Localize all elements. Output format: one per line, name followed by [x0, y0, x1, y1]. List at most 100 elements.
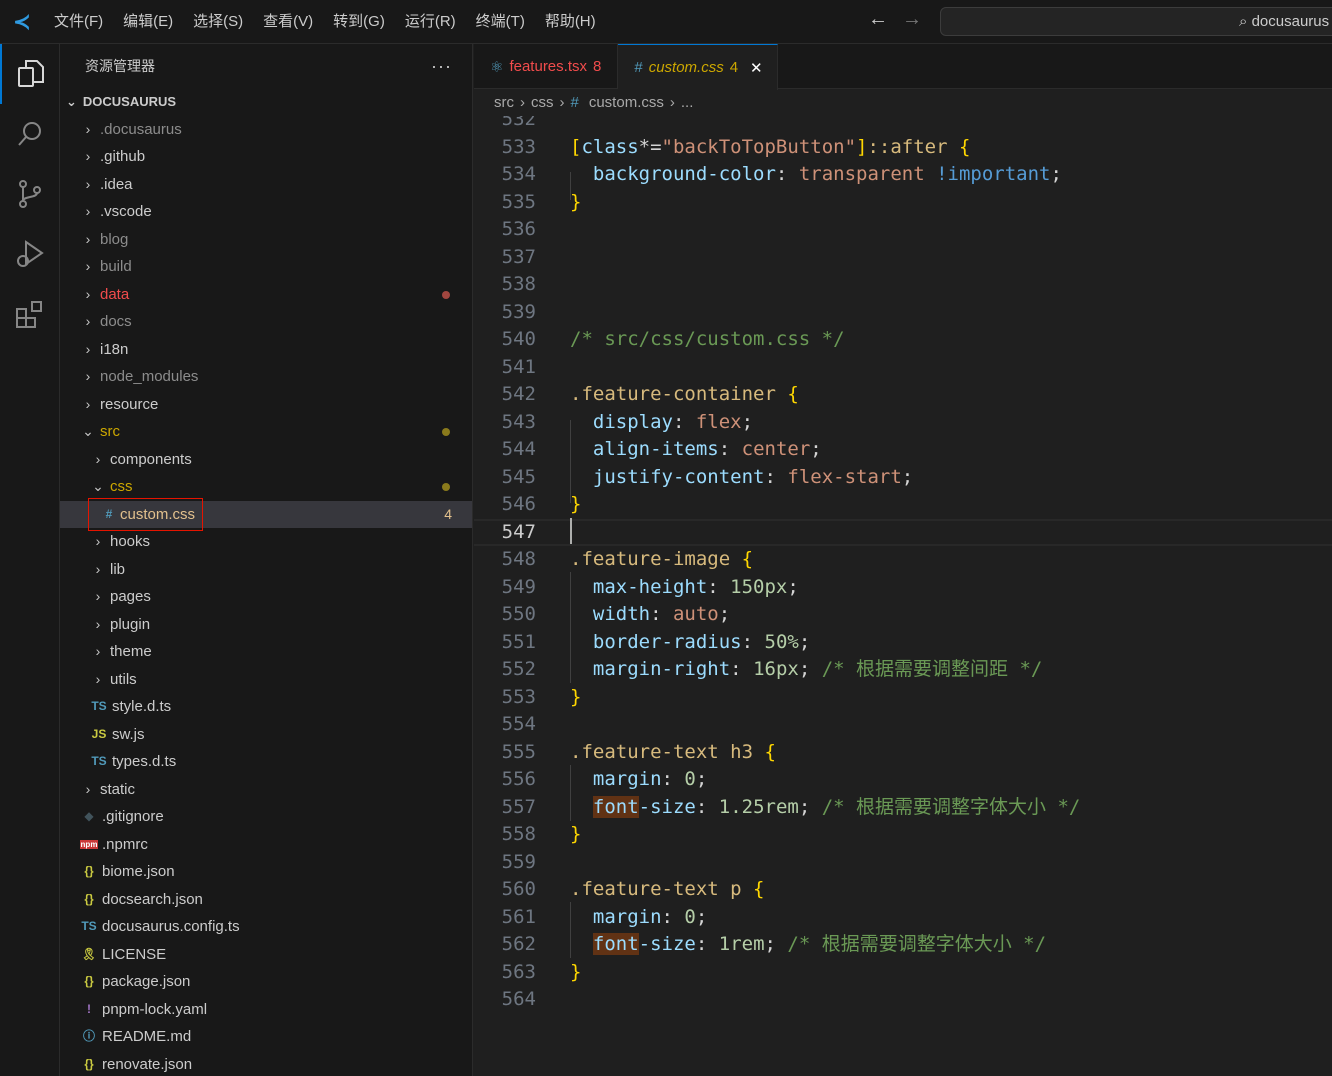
- menu-item[interactable]: 编辑(E): [113, 0, 183, 44]
- code-editor[interactable]: 532 533 [class*="backToTopButton"]::after…: [474, 116, 1332, 1076]
- problem-count-badge: 4: [444, 505, 452, 522]
- close-icon[interactable]: ✕: [750, 59, 763, 77]
- menu-item[interactable]: 终端(T): [466, 0, 535, 44]
- line-number: 548: [501, 548, 536, 570]
- explorer-icon[interactable]: [0, 44, 60, 104]
- chevron-right-icon: ›: [669, 94, 675, 111]
- tree-item[interactable]: TS types.d.ts: [60, 748, 472, 776]
- chevron-right-icon: ›: [85, 313, 91, 329]
- tree-item[interactable]: › components: [60, 446, 472, 474]
- tree-item[interactable]: › .idea: [60, 171, 472, 199]
- tree-item[interactable]: › node_modules: [60, 363, 472, 391]
- menu-item[interactable]: 运行(R): [395, 0, 466, 44]
- menu-item[interactable]: 选择(S): [183, 0, 253, 44]
- code-line: 561 margin: 0;: [474, 904, 1332, 932]
- extensions-icon[interactable]: [0, 284, 60, 344]
- chevron-right-icon: ›: [95, 560, 101, 577]
- menu-item[interactable]: 查看(V): [253, 0, 323, 44]
- code-line: 548 .feature-image {: [474, 546, 1332, 574]
- tree-item[interactable]: › .docusaurus: [60, 116, 472, 144]
- breadcrumb-item[interactable]: css: [531, 90, 554, 116]
- line-code: .feature-text p {: [570, 876, 764, 904]
- tree-item-label: resource: [100, 395, 159, 413]
- code-line: 545 justify-content: flex-start;: [474, 464, 1332, 492]
- command-center-search[interactable]: ⌕ docusaurus: [940, 7, 1332, 36]
- menu-item[interactable]: 帮助(H): [535, 0, 606, 44]
- tree-item[interactable]: › plugin: [60, 611, 472, 639]
- tree-item[interactable]: {} renovate.json: [60, 1051, 472, 1076]
- back-arrow-icon[interactable]: ←: [868, 8, 888, 31]
- tree-item[interactable]: {} biome.json: [60, 858, 472, 886]
- code-line: 559: [474, 849, 1332, 877]
- tree-item[interactable]: › resource: [60, 391, 472, 419]
- tree-item[interactable]: ⓘ README.md: [60, 1023, 472, 1051]
- tab-label: features.tsx: [509, 58, 587, 75]
- problem-count: 4: [729, 59, 739, 76]
- file-type-icon: 🎗: [81, 946, 97, 961]
- tree-item[interactable]: › build: [60, 253, 472, 281]
- tree-item[interactable]: ! pnpm-lock.yaml: [60, 996, 472, 1024]
- tree-item[interactable]: ⌄ css: [60, 473, 472, 501]
- line-code: }: [570, 491, 581, 519]
- tree-item[interactable]: › utils: [60, 666, 472, 694]
- breadcrumb-item[interactable]: custom.css: [589, 90, 664, 116]
- line-number: 545: [501, 465, 536, 488]
- line-code: margin-right: 16px; /* 根据需要调整间距 */: [570, 656, 1042, 684]
- tree-item-label: docs: [100, 313, 132, 330]
- file-type-icon: ⚛: [490, 58, 504, 76]
- tree-item[interactable]: TS docusaurus.config.ts: [60, 913, 472, 941]
- tab-features-tsx[interactable]: ⚛ features.tsx 8: [474, 44, 619, 89]
- tree-item[interactable]: › lib: [60, 556, 472, 584]
- tree-item-label: package.json: [102, 973, 191, 990]
- tree-item[interactable]: npm .npmrc: [60, 831, 472, 859]
- tree-item[interactable]: # custom.css 4: [60, 497, 472, 531]
- workspace-root[interactable]: ⌄ DOCUSAURUS: [60, 88, 472, 116]
- line-code: max-height: 150px;: [570, 574, 799, 602]
- tab-custom-css[interactable]: # custom.css 4 ✕: [618, 44, 778, 90]
- chevron-right-icon: ›: [559, 94, 565, 111]
- line-number: 538: [501, 273, 536, 295]
- source-control-icon[interactable]: [0, 164, 60, 224]
- tree-item[interactable]: {} docsearch.json: [60, 886, 472, 914]
- tree-item[interactable]: › theme: [60, 638, 472, 666]
- line-code: border-radius: 50%;: [570, 629, 810, 657]
- search-icon[interactable]: [0, 104, 60, 164]
- code-line: 533 [class*="backToTopButton"]::after {: [474, 134, 1332, 162]
- code-token: :: [661, 768, 685, 790]
- line-code: background-color: transparent !important…: [570, 161, 1062, 189]
- code-token: /* 根据需要调整字体大小 */: [821, 795, 1081, 818]
- tree-item[interactable]: › i18n: [60, 336, 472, 364]
- tree-item[interactable]: › docs: [60, 308, 472, 336]
- tree-item[interactable]: › blog: [60, 226, 472, 254]
- tree-item[interactable]: {} package.json: [60, 968, 472, 996]
- tree-item[interactable]: ◆ .gitignore: [60, 803, 472, 831]
- tree-item[interactable]: › hooks: [60, 528, 472, 556]
- tree-item-label: lib: [110, 560, 126, 578]
- code-token: /* 根据需要调整字体大小 */: [787, 933, 1047, 955]
- code-token: :: [672, 410, 696, 433]
- tree-item[interactable]: TS style.d.ts: [60, 693, 472, 721]
- tree-item[interactable]: ⌄ src: [60, 418, 472, 446]
- code-token: }: [570, 190, 582, 213]
- menu-item[interactable]: 转到(G): [323, 0, 395, 44]
- code-token: {: [787, 383, 799, 405]
- tree-item[interactable]: 🎗 LICENSE: [60, 941, 472, 969]
- tree-item[interactable]: › static: [60, 776, 472, 804]
- tree-item[interactable]: › pages: [60, 583, 472, 611]
- tree-item[interactable]: › data: [60, 281, 472, 309]
- tree-item-label: pages: [110, 588, 151, 605]
- menu-item[interactable]: 文件(F): [44, 0, 113, 44]
- tree-item[interactable]: JS sw.js: [60, 721, 472, 749]
- breadcrumb-item[interactable]: ...: [681, 90, 694, 116]
- forward-arrow-icon[interactable]: →: [902, 8, 922, 31]
- tree-item[interactable]: › .github: [60, 143, 472, 171]
- run-debug-icon[interactable]: [0, 224, 60, 284]
- chevron-right-icon: ›: [95, 450, 101, 467]
- code-line: 557 font-size: 1.25rem; /* 根据需要调整字体大小 */: [474, 794, 1332, 822]
- code-token: :: [695, 933, 719, 955]
- tree-item[interactable]: › .vscode: [60, 198, 472, 226]
- more-actions-button[interactable]: ···: [431, 44, 452, 88]
- breadcrumb-item[interactable]: src: [494, 90, 514, 116]
